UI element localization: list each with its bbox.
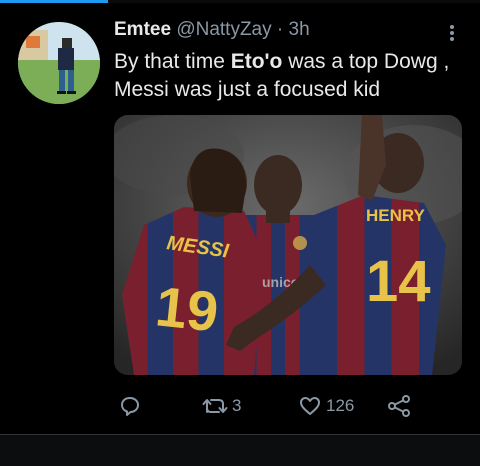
next-tweet-preview [0, 435, 480, 466]
retweet-icon [202, 394, 228, 418]
share-button[interactable] [386, 391, 412, 421]
more-options-icon[interactable] [442, 21, 462, 45]
share-icon [386, 394, 412, 418]
heart-icon [298, 394, 322, 418]
tweet-media-photo[interactable]: unicef MESSI 19 HENRY 14 [114, 115, 462, 375]
avatar[interactable] [18, 22, 100, 104]
tweet-header: Emtee @NattyZay · 3h [114, 19, 440, 43]
jersey-right-name: HENRY [366, 206, 426, 225]
author-handle[interactable]: @NattyZay [176, 19, 271, 40]
jersey-right-number: 14 [366, 249, 431, 314]
tweet-text-part1: By that time [114, 50, 231, 73]
reply-button[interactable] [118, 391, 142, 421]
meta-separator: · [276, 19, 284, 40]
author-name[interactable]: Emtee [114, 19, 171, 40]
reply-icon [118, 394, 142, 418]
tweet-text-bold: Eto'o [230, 50, 283, 73]
tweet-actions: 3 126 [114, 391, 444, 421]
retweet-button[interactable]: 3 [202, 391, 241, 421]
jersey-left-number: 19 [153, 274, 222, 343]
tweet-text-line2: Messi was just a focused kid [114, 78, 381, 101]
tweet-text: By that time Eto'o was a top Dowg , Mess… [114, 48, 464, 104]
football-players-photo: unicef MESSI 19 HENRY 14 [114, 115, 462, 375]
avatar-photo [18, 22, 100, 104]
timestamp[interactable]: 3h [289, 19, 310, 40]
tweet-text-part2: was a top Dowg , [282, 50, 450, 73]
retweet-count: 3 [232, 396, 242, 415]
like-button[interactable]: 126 [298, 391, 354, 421]
like-count: 126 [326, 396, 355, 415]
tweet[interactable]: Emtee @NattyZay · 3h By that time Eto'o … [0, 3, 480, 433]
